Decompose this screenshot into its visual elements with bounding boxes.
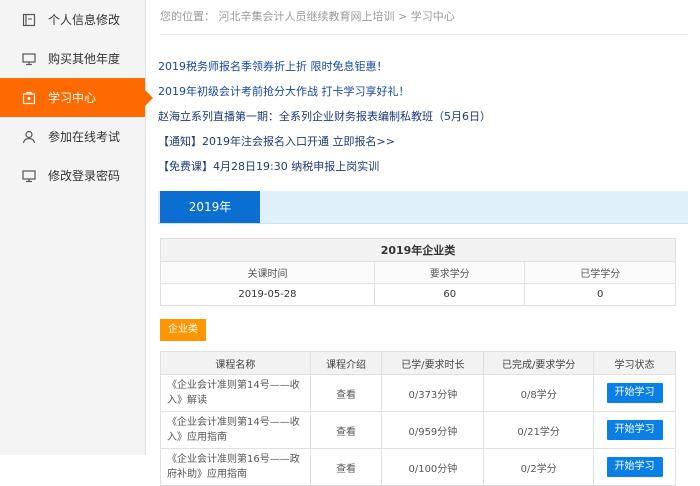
main-content: 您的位置： 河北辛集会计人员继续教育网上培训 > 学习中心 2019税务师报名季… — [158, 0, 688, 486]
course-name: 《企业会计准则第14号——收入》解读 — [160, 374, 311, 412]
summary-header: 关课时间 — [160, 261, 375, 284]
breadcrumb-path[interactable]: 河北辛集会计人员继续教育网上培训 > 学习中心 — [219, 10, 455, 23]
view-intro-link[interactable]: 查看 — [336, 390, 356, 401]
summary-header: 要求学分 — [373, 261, 526, 284]
table-row: 《企业会计准则第14号——收入》解读 查看 0/373分钟 0/8学分 开始学习 — [160, 374, 676, 412]
category-enterprise-button[interactable]: 企业类 — [160, 319, 206, 341]
sidebar-item-label: 购买其他年度 — [48, 52, 121, 66]
summary-deadline: 2019-05-28 — [160, 283, 375, 306]
course-header: 已完成/要求学分 — [483, 351, 595, 375]
view-intro-link[interactable]: 查看 — [336, 464, 356, 475]
monitor-icon — [22, 169, 36, 183]
course-header: 课程名称 — [160, 351, 311, 375]
study-center-icon — [22, 91, 36, 105]
sidebar-item-study-center[interactable]: 学习中心 — [0, 78, 153, 117]
summary-earned-credits: 0 — [524, 283, 676, 306]
tab-year-2019[interactable]: 2019年 — [160, 191, 260, 223]
summary-required-credits: 60 — [373, 283, 526, 306]
sidebar-item-online-exam[interactable]: 参加在线考试 — [0, 117, 145, 156]
table-row: 《企业会计准则第14号——收入》应用指南 查看 0/959分钟 0/21学分 开… — [160, 411, 676, 449]
year-tab-bar: 2019年 — [158, 191, 688, 224]
course-header: 已学/要求时长 — [381, 351, 485, 375]
sidebar-item-label: 学习中心 — [48, 91, 97, 105]
profile-edit-icon — [22, 13, 36, 27]
sidebar-item-change-password[interactable]: 修改登录密码 — [0, 156, 145, 195]
summary-caption: 2019年企业类 — [160, 238, 676, 262]
sidebar: 个人信息修改 购买其他年度 学习中心 参加在线考试 修改登录密码 — [0, 0, 153, 455]
notice-link[interactable]: 赵海立系列直播第一期：全系列企业财务报表编制私教班（5月6日） — [158, 109, 688, 134]
course-duration: 0/959分钟 — [381, 411, 485, 449]
sidebar-item-label: 参加在线考试 — [48, 130, 121, 144]
credit-summary-table: 2019年企业类 关课时间 要求学分 已学学分 2019-05-28 60 0 — [160, 238, 676, 306]
start-study-button[interactable]: 开始学习 — [606, 383, 663, 403]
view-intro-link[interactable]: 查看 — [336, 427, 356, 438]
notice-link[interactable]: 2019税务师报名季领券折上折 限时免息钜惠！ — [158, 59, 688, 84]
user-icon — [22, 130, 36, 144]
course-name: 《企业会计准则第14号——收入》应用指南 — [160, 411, 311, 449]
course-credits: 0/21学分 — [483, 411, 595, 449]
start-study-button[interactable]: 开始学习 — [606, 420, 663, 440]
course-duration: 0/373分钟 — [381, 374, 485, 412]
start-study-button[interactable]: 开始学习 — [606, 457, 663, 477]
sidebar-item-label: 修改登录密码 — [48, 169, 121, 183]
notice-link[interactable]: 【通知】2019年注会报名入口开通 立即报名>> — [158, 134, 688, 159]
sidebar-item-buy-other-year[interactable]: 购买其他年度 — [0, 39, 145, 78]
notice-list: 2019税务师报名季领券折上折 限时免息钜惠！ 2019年初级会计考前抢分大作战… — [158, 59, 688, 184]
sidebar-item-label: 个人信息修改 — [48, 13, 121, 27]
course-credits: 0/8学分 — [483, 374, 595, 412]
course-header: 课程介绍 — [309, 351, 383, 375]
course-header: 学习状态 — [593, 351, 676, 375]
course-credits: 0/2学分 — [483, 448, 595, 486]
monitor-icon — [22, 52, 36, 66]
course-duration: 0/100分钟 — [381, 448, 485, 486]
breadcrumb-prefix: 您的位置： — [160, 10, 215, 23]
sidebar-item-profile-edit[interactable]: 个人信息修改 — [0, 0, 145, 39]
breadcrumb: 您的位置： 河北辛集会计人员继续教育网上培训 > 学习中心 — [160, 0, 688, 35]
summary-header: 已学学分 — [524, 261, 676, 284]
table-row: 《企业会计准则第16号——政府补助》应用指南 查看 0/100分钟 0/2学分 … — [160, 448, 676, 486]
course-table: 课程名称 课程介绍 已学/要求时长 已完成/要求学分 学习状态 《企业会计准则第… — [160, 351, 676, 486]
course-name: 《企业会计准则第16号——政府补助》应用指南 — [160, 448, 311, 486]
notice-link[interactable]: 2019年初级会计考前抢分大作战 打卡学习享好礼！ — [158, 84, 688, 109]
notice-link[interactable]: 【免费课】4月28日19:30 纳税申报上岗实训 — [158, 159, 688, 184]
